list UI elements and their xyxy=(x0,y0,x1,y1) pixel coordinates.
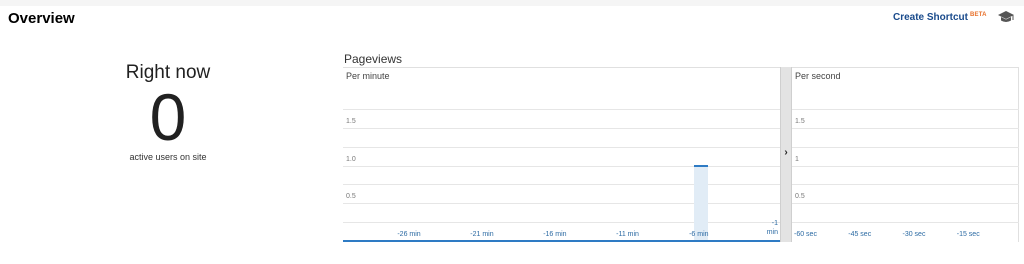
gridline xyxy=(343,146,780,148)
bar-column xyxy=(694,165,709,241)
top-strip xyxy=(0,0,1024,6)
active-users-label: active users on site xyxy=(129,152,207,162)
x-tick-label: -6 min xyxy=(689,231,709,238)
active-user-count: 0 xyxy=(149,80,187,154)
pageviews-title: Pageviews xyxy=(344,52,403,66)
create-shortcut-link[interactable]: Create Shortcut xyxy=(893,12,968,23)
expand-divider[interactable]: › xyxy=(780,67,792,242)
per-second-label: Per second xyxy=(795,71,841,81)
y-tick-label: 1.5 xyxy=(795,117,805,125)
bar-value xyxy=(694,164,709,167)
y-tick-label: 1 xyxy=(795,155,799,163)
gridline xyxy=(792,222,1019,224)
page-title: Overview xyxy=(8,10,75,27)
gridline xyxy=(792,108,1019,110)
y-tick-label: 0.5 xyxy=(795,193,805,201)
gridline xyxy=(343,127,780,129)
per-minute-label: Per minute xyxy=(346,71,390,81)
gridline xyxy=(343,108,780,110)
gridline xyxy=(792,184,1019,186)
gridline xyxy=(343,165,780,167)
pageviews-chart: Per minute 1.5 1.0 0.5 -26 min -21 min -16 mi… xyxy=(343,67,1019,242)
per-minute-chart: Per minute 1.5 1.0 0.5 -26 min -21 min -16 mi… xyxy=(343,67,780,242)
graduation-cap-icon[interactable] xyxy=(997,10,1015,24)
x-tick-label: -26 min xyxy=(397,231,421,238)
gridline xyxy=(343,222,780,224)
x-tick-label: -16 min xyxy=(543,231,567,238)
gridline xyxy=(792,146,1019,148)
y-tick-label: 1.0 xyxy=(346,155,356,163)
y-tick-label: 0.5 xyxy=(346,193,356,201)
x-tick-label: -11 min xyxy=(616,231,639,238)
gridline xyxy=(792,165,1019,167)
x-tick-label: -30 sec xyxy=(902,231,926,238)
per-second-chart: Per second 1.5 1 0.5 -60 sec -45 sec -30 sec -… xyxy=(792,67,1019,242)
gridline xyxy=(792,203,1019,205)
y-tick-label: 1.5 xyxy=(346,117,356,125)
x-tick-label: -15 sec xyxy=(956,231,980,238)
gridline xyxy=(343,184,780,186)
gridline xyxy=(343,203,780,205)
gridline xyxy=(792,127,1019,129)
x-tick-label: -60 sec xyxy=(794,231,817,238)
beta-badge: BETA xyxy=(970,12,987,18)
chevron-right-icon[interactable]: › xyxy=(781,147,791,158)
x-tick-label: -21 min xyxy=(470,231,494,238)
x-tick-label: -45 sec xyxy=(848,231,872,238)
right-now-panel: Right now 0 active users on site xyxy=(112,62,224,162)
x-tick-label: -1 min xyxy=(766,220,778,236)
baseline xyxy=(343,240,780,242)
